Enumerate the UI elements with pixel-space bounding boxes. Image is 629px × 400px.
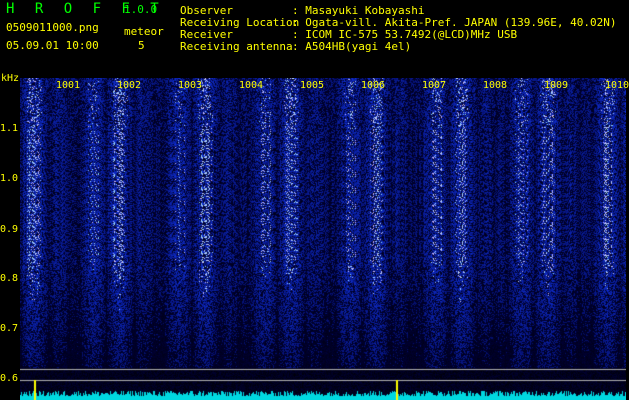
y-tick-label: 1.0 <box>0 173 19 184</box>
antenna-label: Receiving antenna <box>180 40 293 53</box>
minute-tick-label: 1004 <box>239 80 264 91</box>
y-tick-label: 0.9 <box>0 224 19 235</box>
minute-tick-label: 1007 <box>422 80 447 91</box>
y-tick-label: 0.7 <box>0 323 19 334</box>
minute-tick-label: 1008 <box>483 80 508 91</box>
spectrogram <box>20 78 626 400</box>
y-tick-label: 1.1 <box>0 123 19 134</box>
minute-tick-label: 1003 <box>178 80 203 91</box>
minute-tick-label: 1005 <box>300 80 325 91</box>
frequency-axis: 1.1 1.0 0.9 0.8 0.7 0.6 <box>0 72 20 400</box>
antenna-value: : A504HB(yagi 4el) <box>292 40 412 53</box>
y-tick-label: 0.8 <box>0 273 19 284</box>
meteor-label: meteor <box>124 25 164 38</box>
y-tick-label: 0.6 <box>0 373 19 384</box>
minute-tick-label: 1001 <box>56 80 81 91</box>
meteor-count: 5 <box>138 39 145 52</box>
hroffft-window: H R O F F T 1.0.0 0509011000.png 05.09.0… <box>0 0 629 400</box>
date-time: 05.09.01 10:00 <box>6 39 99 52</box>
app-version: 1.0.0 <box>124 3 158 16</box>
minute-tick-label: 1009 <box>544 80 569 91</box>
minute-tick-label: 1002 <box>117 80 142 91</box>
minute-tick-label: 1006 <box>361 80 386 91</box>
file-name: 0509011000.png <box>6 21 99 34</box>
minute-tick-label: 1010 <box>605 80 629 91</box>
